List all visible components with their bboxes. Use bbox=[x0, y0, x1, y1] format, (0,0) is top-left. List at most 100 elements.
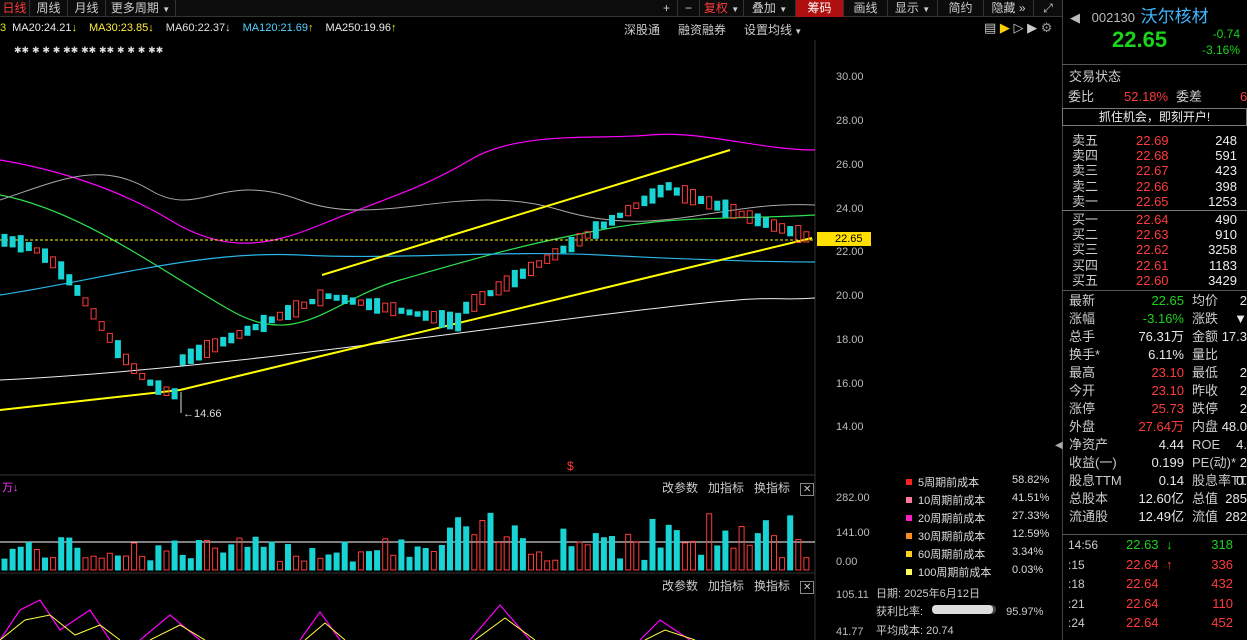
link-rongzirongquan[interactable]: 融资融券 bbox=[678, 23, 726, 37]
fullscreen-icon[interactable]: ⤢ bbox=[1036, 0, 1060, 17]
stat-value: 0.199 bbox=[1151, 455, 1184, 470]
volume-bar bbox=[795, 539, 802, 571]
edit-params-link[interactable]: 改参数 bbox=[662, 481, 698, 495]
flag-icon[interactable]: ▶ bbox=[1000, 20, 1010, 35]
chouma-button[interactable]: 筹码 bbox=[796, 0, 844, 17]
close-icon[interactable]: ✕ bbox=[800, 483, 815, 496]
tab-weekly[interactable]: 周线 bbox=[30, 0, 68, 17]
back-icon[interactable]: ◀ bbox=[1070, 10, 1080, 25]
volume-bar bbox=[285, 544, 291, 571]
candle bbox=[406, 309, 413, 316]
candle bbox=[673, 187, 680, 196]
volume-bar bbox=[90, 555, 97, 571]
candle bbox=[738, 210, 745, 218]
tick-row: :21 22.64 110 bbox=[1066, 595, 1247, 613]
volume-bar bbox=[536, 551, 543, 571]
candle bbox=[649, 188, 656, 204]
volume-bar bbox=[333, 552, 340, 571]
jianyue-button[interactable]: 简约 bbox=[938, 0, 984, 17]
close-icon[interactable]: ✕ bbox=[800, 581, 815, 594]
candle bbox=[771, 219, 777, 232]
stock-header: ◀ 002130 沃尔核材 bbox=[1070, 2, 1209, 27]
candle bbox=[17, 235, 24, 253]
link-set-ma[interactable]: 设置均线 bbox=[744, 23, 792, 37]
candle bbox=[600, 221, 607, 229]
candle bbox=[341, 294, 348, 305]
flag-outline-icon[interactable]: ▷ bbox=[1014, 20, 1024, 35]
huaxian-button[interactable]: 画线 bbox=[844, 0, 888, 17]
volume-tick: 141.00 bbox=[836, 527, 870, 539]
volume-bar bbox=[317, 557, 324, 571]
stat-row: 最新 22.65 均价 2 bbox=[1066, 292, 1247, 310]
switch-indicator-link[interactable]: 换指标 bbox=[754, 579, 790, 593]
candle bbox=[390, 302, 397, 317]
chip-legend-item: 20周期前成本 27.33% bbox=[906, 510, 1049, 526]
volume-bar bbox=[220, 552, 227, 571]
volume-bar bbox=[155, 545, 162, 571]
weicha-label: 委差 bbox=[1176, 89, 1203, 104]
ask-volume: 1253 bbox=[1208, 193, 1237, 209]
weibi-row: 委比 52.18% 委差 6 bbox=[1066, 88, 1247, 106]
link-shengutong[interactable]: 深股通 bbox=[624, 23, 660, 37]
tab-monthly[interactable]: 月线 bbox=[68, 0, 106, 17]
chip-distribution-icon[interactable]: ▤ bbox=[984, 20, 996, 35]
zoom-out-button[interactable]: − bbox=[678, 0, 700, 17]
weicha-value: 6 bbox=[1240, 89, 1247, 104]
candle bbox=[204, 339, 210, 358]
candle bbox=[357, 299, 364, 306]
stat-label: 最低 bbox=[1192, 365, 1219, 380]
volume-bar bbox=[349, 561, 356, 571]
diejia-dropdown[interactable]: 叠加 ▼ bbox=[744, 0, 796, 17]
flag-alt-icon[interactable]: ▶ bbox=[1027, 20, 1037, 35]
candle bbox=[25, 242, 32, 252]
edit-params-link[interactable]: 改参数 bbox=[662, 579, 698, 593]
stat-value: 2 bbox=[1239, 365, 1247, 380]
xianshi-dropdown[interactable]: 显示 ▼ bbox=[888, 0, 938, 17]
ask-volume: 398 bbox=[1215, 178, 1237, 194]
candle bbox=[9, 236, 16, 248]
tick-arrow: ↓ bbox=[1166, 537, 1173, 552]
candle bbox=[568, 236, 575, 253]
volume-bar bbox=[787, 515, 794, 571]
fuquan-dropdown[interactable]: 复权 ▼ bbox=[700, 0, 744, 17]
volume-bar bbox=[544, 560, 551, 571]
stat-label: 今开 bbox=[1069, 383, 1096, 398]
open-account-banner[interactable]: 抓住机会，即刻开户! bbox=[1062, 108, 1247, 126]
collapse-arrow-icon[interactable]: ◀ bbox=[1055, 440, 1063, 451]
ma60-arrow: ↓ bbox=[225, 22, 231, 34]
price-tick: 16.00 bbox=[836, 378, 864, 390]
yincang-button[interactable]: 隐藏 » bbox=[984, 0, 1034, 17]
stat-value: 27.64万 bbox=[1138, 419, 1184, 434]
settings-icon[interactable]: ⚙ bbox=[1041, 20, 1053, 35]
tab-more-periods[interactable]: 更多周期 ▼ bbox=[106, 0, 176, 17]
candle bbox=[560, 245, 567, 254]
volume-bar bbox=[366, 551, 372, 571]
ma120-line bbox=[0, 252, 816, 296]
volume-bar bbox=[665, 524, 672, 571]
volume-bar bbox=[584, 544, 591, 571]
chip-avg: 20.74 bbox=[926, 625, 954, 637]
tab-daily[interactable]: 日线 bbox=[0, 0, 30, 17]
volume-tick: 0.00 bbox=[836, 556, 858, 568]
stat-row: 收益(一) 0.199 PE(动)* 2 bbox=[1066, 454, 1247, 472]
candle bbox=[171, 388, 178, 400]
candle bbox=[179, 354, 186, 366]
add-indicator-link[interactable]: 加指标 bbox=[708, 481, 744, 495]
change-value: -0.74 bbox=[1212, 27, 1240, 41]
volume-bar bbox=[698, 554, 705, 571]
trendline-lower-left bbox=[0, 389, 181, 411]
switch-indicator-link[interactable]: 换指标 bbox=[754, 481, 790, 495]
diejia-label: 叠加 bbox=[751, 1, 776, 15]
ma-prefix: 3 bbox=[0, 22, 7, 34]
chip-legend-pct: 12.59% bbox=[1012, 528, 1050, 540]
zoom-in-button[interactable]: + bbox=[656, 0, 678, 17]
stat-value: 0. bbox=[1236, 473, 1247, 488]
chip-legend-swatch bbox=[906, 533, 912, 539]
kline-chart[interactable]: ✱✱ ✱ ✱ ✱ ✱✱ ✱✱ ✱✱ ✱ ✱ ✱ ✱✱ ←14.66 $ 万↓ bbox=[0, 40, 872, 640]
candle bbox=[787, 226, 794, 237]
chip-legend-swatch bbox=[906, 515, 912, 521]
bid-volume: 1183 bbox=[1209, 257, 1237, 273]
add-indicator-link[interactable]: 加指标 bbox=[708, 579, 744, 593]
ma60-text: MA60:22.37 bbox=[165, 22, 226, 34]
volume-bar bbox=[552, 559, 559, 571]
